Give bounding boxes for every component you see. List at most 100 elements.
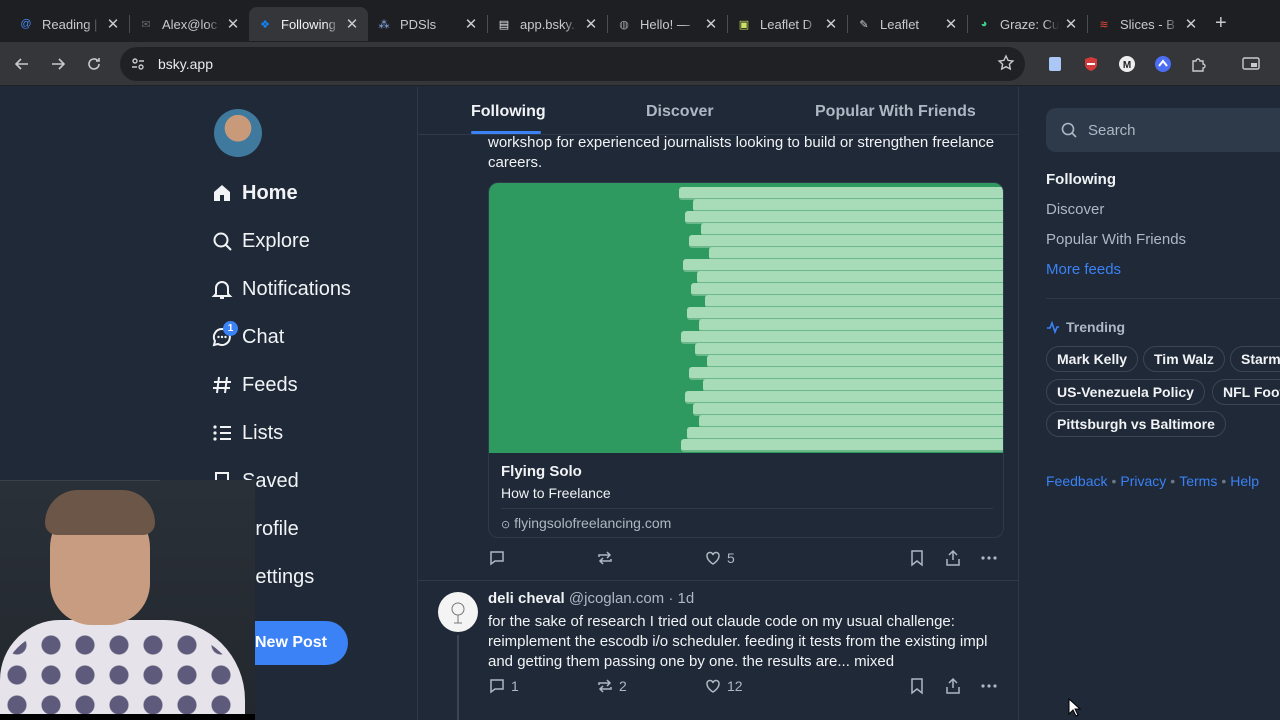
post-time[interactable]: · 1d	[668, 590, 694, 607]
reply-button[interactable]: 1	[488, 677, 519, 695]
bookmark-icon	[911, 678, 923, 695]
bookmark-button[interactable]	[908, 549, 926, 567]
trending-icon	[1047, 320, 1059, 334]
browser-tab[interactable]: ▤ app.bsky. ✕	[488, 7, 607, 41]
at-icon: @	[20, 18, 32, 30]
globe-icon: ◍	[619, 18, 629, 31]
tab-title: Following	[281, 16, 336, 32]
user-avatar[interactable]	[214, 109, 262, 157]
browser-tab[interactable]: ✉ Alex@loc ✕	[130, 7, 249, 41]
reload-button[interactable]	[76, 46, 112, 82]
share-button[interactable]	[944, 677, 962, 695]
new-tab-button[interactable]: +	[1215, 12, 1227, 35]
share-button[interactable]	[944, 549, 962, 567]
url-text[interactable]: bsky.app	[158, 56, 213, 72]
privacy-link[interactable]: Privacy	[1120, 473, 1166, 489]
search-input[interactable]: Search	[1046, 108, 1280, 152]
sidebar-item-home[interactable]: Home	[210, 173, 298, 213]
link-card[interactable]: Flying Solo How to Freelance ⊙ flyingsol…	[488, 182, 1004, 538]
trending-chip[interactable]: Pittsburgh vs Baltimore	[1046, 411, 1226, 437]
arrow-left-icon	[14, 57, 28, 70]
reply-button[interactable]	[488, 549, 506, 567]
reload-icon	[88, 57, 100, 70]
sidebar-item-notifications[interactable]: Notifications	[210, 269, 351, 309]
repost-count: 2	[619, 678, 627, 694]
trending-chip[interactable]: Mark Kelly	[1046, 346, 1139, 372]
blue-extension-icon[interactable]	[1152, 53, 1174, 75]
browser-tab[interactable]: ⁂ PDSls ✕	[368, 7, 487, 41]
m-extension-icon[interactable]: M	[1116, 53, 1138, 75]
link-card-domain: ⊙ flyingsolofreelancing.com	[501, 515, 672, 531]
sidebar-item-label: Home	[242, 181, 298, 204]
repost-button[interactable]	[596, 549, 614, 567]
feedback-link[interactable]: Feedback	[1046, 473, 1107, 489]
browser-tab[interactable]: ≋ Slices - B ✕	[1088, 7, 1207, 41]
address-bar[interactable]: bsky.app	[120, 47, 1025, 81]
close-tab-icon[interactable]: ✕	[943, 15, 959, 33]
help-link[interactable]: Help	[1230, 473, 1259, 489]
close-tab-icon[interactable]: ✕	[225, 15, 241, 33]
trending-chip[interactable]: US-Venezuela Policy	[1046, 379, 1205, 405]
author-handle[interactable]: @jcoglan.com	[569, 590, 664, 607]
graze-icon: ◕	[980, 18, 988, 30]
active-tab-indicator	[471, 131, 541, 134]
more-options-button[interactable]	[980, 677, 998, 695]
more-icon	[981, 556, 997, 560]
author-name[interactable]: deli cheval	[488, 590, 565, 607]
bookmark-star-icon[interactable]	[997, 54, 1015, 72]
sidebar-item-chat[interactable]: 1 Chat	[210, 317, 284, 357]
trending-chip[interactable]: NFL Foot	[1212, 379, 1280, 405]
share-icon	[946, 677, 960, 694]
repost-button[interactable]: 2	[596, 677, 627, 695]
close-tab-icon[interactable]: ✕	[823, 15, 839, 33]
author-avatar[interactable]	[438, 592, 478, 632]
more-options-button[interactable]	[980, 549, 998, 567]
browser-tab[interactable]: ▣ Leaflet D ✕	[728, 7, 847, 41]
feed-tab-bar: Following Discover Popular With Friends	[418, 87, 1018, 135]
forward-button[interactable]	[40, 46, 76, 82]
close-tab-icon[interactable]: ✕	[1063, 15, 1079, 33]
like-button[interactable]: 5	[704, 549, 735, 567]
close-tab-icon[interactable]: ✕	[1183, 15, 1199, 33]
shield-extension-icon[interactable]	[1080, 53, 1102, 75]
close-tab-icon[interactable]: ✕	[105, 15, 121, 33]
bookmark-button[interactable]	[908, 677, 926, 695]
site-info-icon[interactable]	[130, 56, 146, 72]
browser-tab[interactable]: @ Reading | ✕	[10, 7, 129, 41]
post-text-2: for the sake of research I tried out cla…	[488, 613, 988, 670]
sidebar-item-feeds[interactable]: Feeds	[210, 365, 298, 405]
back-button[interactable]	[4, 46, 40, 82]
tab-title: Leaflet	[880, 16, 920, 32]
feed-link-following[interactable]: Following	[1046, 171, 1116, 188]
browser-tab[interactable]: ◍ Hello! — ✕	[608, 7, 727, 41]
feed-link-popular-with-friends[interactable]: Popular With Friends	[1046, 231, 1186, 248]
puzzle-extensions-icon[interactable]	[1188, 53, 1210, 75]
close-tab-icon[interactable]: ✕	[344, 15, 360, 33]
browser-tab[interactable]: ◕ Graze: Cu ✕	[968, 7, 1087, 41]
browser-tab[interactable]: ❖ Following ✕	[249, 7, 368, 41]
doc-extension-icon[interactable]	[1044, 53, 1066, 75]
cast-icon[interactable]	[1240, 53, 1262, 75]
reply-icon	[490, 679, 504, 694]
more-feeds-link[interactable]: More feeds	[1046, 261, 1121, 278]
list-icon	[210, 421, 234, 445]
tab-title: Reading |	[42, 16, 98, 32]
leaf-note-icon: ▣	[738, 18, 750, 31]
feed-link-discover[interactable]: Discover	[1046, 201, 1104, 218]
tab-discover[interactable]: Discover	[646, 103, 714, 121]
trending-chip[interactable]: Starm	[1230, 346, 1280, 372]
terms-link[interactable]: Terms	[1179, 473, 1217, 489]
like-button[interactable]: 12	[704, 677, 743, 695]
bluesky-page: Home Explore Notifications 1 Chat Feeds Lists S…	[0, 87, 1280, 720]
browser-toolbar: bsky.app M	[0, 42, 1280, 86]
tab-popular-with-friends[interactable]: Popular With Friends	[815, 103, 976, 121]
tab-following[interactable]: Following	[471, 103, 546, 121]
trending-chip[interactable]: Tim Walz	[1143, 346, 1225, 372]
sidebar-item-explore[interactable]: Explore	[210, 221, 310, 261]
sidebar-item-lists[interactable]: Lists	[210, 413, 283, 453]
close-tab-icon[interactable]: ✕	[583, 15, 599, 33]
paper-sheet-graphic	[681, 439, 1003, 452]
close-tab-icon[interactable]: ✕	[703, 15, 719, 33]
close-tab-icon[interactable]: ✕	[463, 15, 479, 33]
browser-tab[interactable]: ✎ Leaflet ✕	[848, 7, 967, 41]
